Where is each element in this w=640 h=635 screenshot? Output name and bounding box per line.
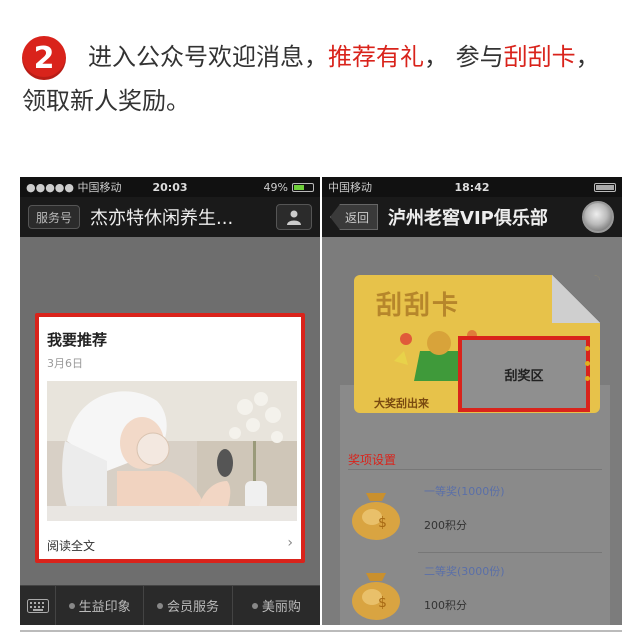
- decorative-dots: [585, 346, 590, 381]
- status-bar: ●●●●● 中国移动 20:03 49%: [20, 177, 320, 197]
- svg-text:$: $: [378, 595, 387, 611]
- article-cover-image: [47, 381, 297, 521]
- keyboard-toggle-button[interactable]: [20, 585, 56, 625]
- scratch-card-slogan: 大奖刮出来: [374, 397, 429, 410]
- menu-label: 会员服务: [166, 600, 219, 615]
- article-title: 我要推荐: [47, 331, 108, 349]
- nav-bar: 服务号 杰亦特休闲养生...: [20, 197, 320, 237]
- floating-menu-icon[interactable]: [582, 201, 614, 233]
- prize-settings-panel: 奖项设置 $ 一等奖(1000份) 200积分 $ 二等奖(3000份) 100…: [340, 385, 610, 625]
- prize-points: 200积分: [424, 519, 467, 532]
- prize-row-first: $ 一等奖(1000份) 200积分: [348, 477, 602, 553]
- back-button[interactable]: 返回: [330, 204, 379, 230]
- read-full-article-link[interactable]: 阅读全文: [47, 537, 95, 554]
- step-text: ， 参与: [424, 43, 504, 71]
- article-date: 3月6日: [47, 357, 83, 370]
- nav-bar: 返回 泸州老窖VIP俱乐部: [322, 197, 622, 237]
- step-text: 进入公众号欢迎消息，: [88, 43, 328, 71]
- status-bar: 中国移动 18:42: [322, 177, 622, 197]
- divider: [348, 469, 602, 470]
- account-title: 杰亦特休闲养生...: [90, 208, 234, 229]
- page-curl: [552, 275, 600, 323]
- battery-icon: [292, 182, 314, 192]
- money-bag-icon: $: [352, 573, 400, 620]
- user-profile-button[interactable]: [276, 204, 312, 230]
- service-account-button[interactable]: 服务号: [28, 205, 81, 229]
- menu-item-brand[interactable]: 生益印象: [56, 585, 145, 625]
- keyboard-icon: [26, 598, 49, 613]
- chevron-right-icon: ›: [287, 535, 293, 551]
- article-card[interactable]: 我要推荐 3月6日 阅读全文 ›: [35, 313, 305, 563]
- dot-icon: [251, 602, 258, 609]
- prize-name: 一等奖(1000份): [424, 485, 505, 498]
- status-right: [594, 182, 616, 192]
- divider: [20, 630, 622, 632]
- dot-icon: [68, 602, 75, 609]
- menu-item-beauty-shop[interactable]: 美丽购: [233, 586, 320, 626]
- divider: [418, 552, 602, 553]
- step-text: ，: [575, 43, 600, 71]
- bottom-menu-bar: 生益印象 会员服务 美丽购: [20, 585, 320, 625]
- status-time: 18:42: [454, 180, 490, 194]
- highlight-scratch-card: 刮刮卡: [503, 43, 576, 71]
- menu-label: 美丽购: [261, 600, 301, 615]
- prize-settings-header: 奖项设置: [348, 453, 397, 467]
- left-phone-screenshot: ●●●●● 中国移动 20:03 49% 服务号 杰亦特休闲养生... 我要推荐…: [20, 177, 320, 625]
- user-icon: [287, 210, 301, 225]
- step-number-badge: 2: [22, 36, 66, 80]
- prize-points: 100积分: [424, 599, 467, 612]
- prize-row-second: $ 二等奖(3000份) 100积分: [348, 557, 602, 625]
- status-time: 20:03: [152, 180, 188, 194]
- page-title: 泸州老窖VIP俱乐部: [388, 208, 548, 229]
- step-line-1: 进入公众号欢迎消息，推荐有礼， 参与刮刮卡，: [88, 40, 600, 74]
- menu-item-member-service[interactable]: 会员服务: [144, 585, 233, 625]
- prize-name: 二等奖(3000份): [424, 565, 505, 578]
- right-phone-screenshot: 中国移动 18:42 返回 泸州老窖VIP俱乐部 奖项设置 $ 一等奖(1000…: [322, 177, 622, 625]
- scratch-card-title: 刮刮卡: [376, 291, 461, 321]
- menu-label: 生益印象: [78, 600, 131, 615]
- money-bag-icon: $: [352, 493, 400, 540]
- scratch-area[interactable]: 刮奖区: [458, 336, 590, 412]
- battery-icon: [594, 182, 616, 192]
- svg-text:$: $: [378, 515, 387, 531]
- scratch-area-label: 刮奖区: [504, 368, 544, 384]
- step-line-2: 领取新人奖励。: [22, 87, 190, 115]
- dot-icon: [156, 602, 163, 609]
- highlight-recommend: 推荐有礼: [328, 43, 424, 71]
